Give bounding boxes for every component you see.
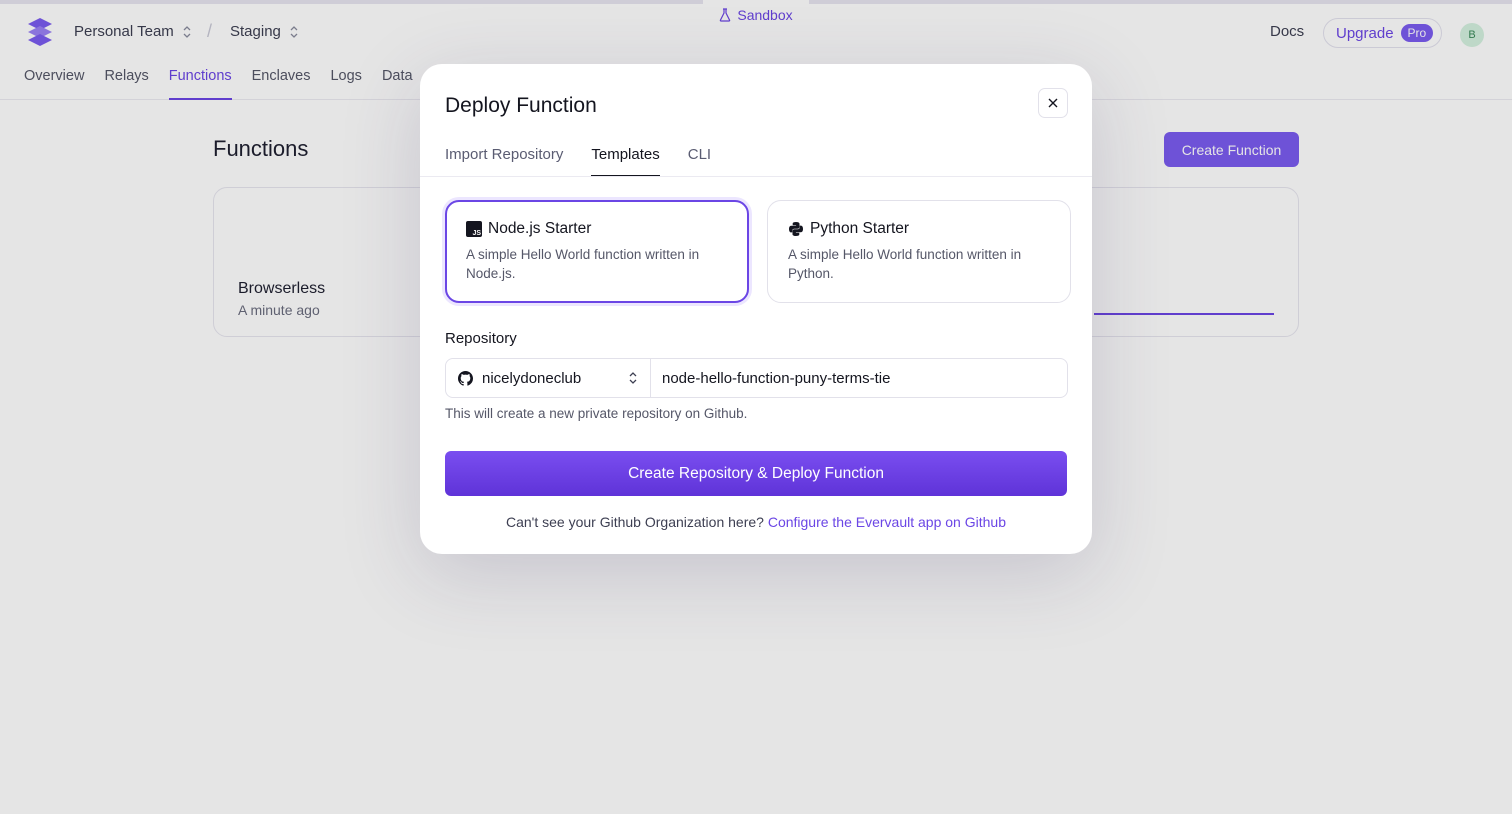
repository-name-input[interactable] [662, 369, 1067, 387]
repository-owner-select[interactable]: nicelydoneclub [446, 359, 651, 397]
repository-field-group: nicelydoneclub [445, 358, 1068, 398]
repository-name-wrapper [651, 359, 1067, 397]
python-icon [789, 222, 803, 236]
repository-owner-value: nicelydoneclub [482, 369, 582, 387]
create-repository-deploy-button[interactable]: Create Repository & Deploy Function [445, 451, 1067, 496]
close-button[interactable] [1038, 88, 1068, 118]
tab-import-repository[interactable]: Import Repository [445, 146, 563, 177]
tab-templates[interactable]: Templates [591, 146, 660, 177]
template-name: Node.js Starter [488, 220, 592, 237]
github-org-note: Can't see your Github Organization here?… [420, 514, 1092, 530]
github-org-note-text: Can't see your Github Organization here? [506, 514, 764, 530]
close-icon [1048, 98, 1058, 108]
github-icon [458, 370, 473, 386]
tab-cli[interactable]: CLI [688, 146, 711, 177]
template-card-nodejs[interactable]: JS Node.js Starter A simple Hello World … [445, 200, 749, 303]
repository-hint: This will create a new private repositor… [445, 406, 748, 421]
tab-divider [420, 176, 1092, 177]
repository-label: Repository [445, 330, 517, 347]
configure-github-app-link[interactable]: Configure the Evervault app on Github [768, 514, 1006, 530]
template-description: A simple Hello World function written in… [466, 247, 700, 281]
template-description: A simple Hello World function written in… [788, 247, 1022, 281]
nodejs-icon: JS [466, 221, 482, 237]
template-name: Python Starter [810, 220, 910, 237]
template-card-python[interactable]: Python Starter A simple Hello World func… [767, 200, 1071, 303]
deploy-function-modal: Deploy Function Import Repository Templa… [420, 64, 1092, 554]
modal-title: Deploy Function [445, 94, 597, 117]
chevron-up-down-icon [629, 372, 637, 384]
modal-tabs: Import Repository Templates CLI [445, 146, 711, 177]
